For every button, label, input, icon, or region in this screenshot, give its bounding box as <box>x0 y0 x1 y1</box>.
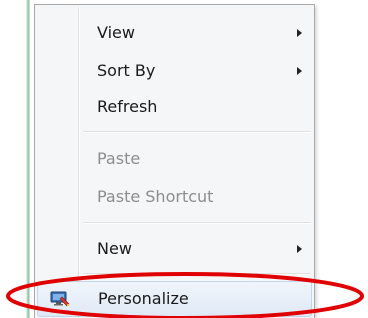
menu-item-label: Paste Shortcut <box>97 187 214 206</box>
menu-separator <box>83 222 311 224</box>
personalize-display-icon <box>50 291 70 307</box>
window-edge-behind <box>0 0 30 318</box>
submenu-arrow-icon <box>297 67 302 75</box>
menu-item-sort-by[interactable]: Sort By <box>37 54 312 88</box>
menu-item-label: Paste <box>97 149 141 168</box>
menu-item-label: New <box>97 239 132 258</box>
menu-item-paste[interactable]: Paste <box>37 142 312 176</box>
screenshot: View Sort By Refresh Paste Paste Shortcu… <box>0 0 368 318</box>
menu-item-label: Personalize <box>98 289 189 308</box>
menu-item-label: Refresh <box>97 97 158 116</box>
menu-item-label: Sort By <box>97 61 156 80</box>
desktop-context-menu: View Sort By Refresh Paste Paste Shortcu… <box>34 4 315 318</box>
menu-item-new[interactable]: New <box>37 232 312 266</box>
submenu-arrow-icon <box>297 245 302 253</box>
menu-item-personalize[interactable]: Personalize <box>37 281 312 317</box>
menu-item-view[interactable]: View <box>37 16 312 50</box>
menu-item-label: View <box>97 23 135 42</box>
menu-separator <box>83 131 311 133</box>
submenu-arrow-icon <box>297 29 302 37</box>
menu-item-refresh[interactable]: Refresh <box>37 90 312 124</box>
menu-item-paste-shortcut[interactable]: Paste Shortcut <box>37 180 312 214</box>
menu-separator <box>83 273 311 275</box>
